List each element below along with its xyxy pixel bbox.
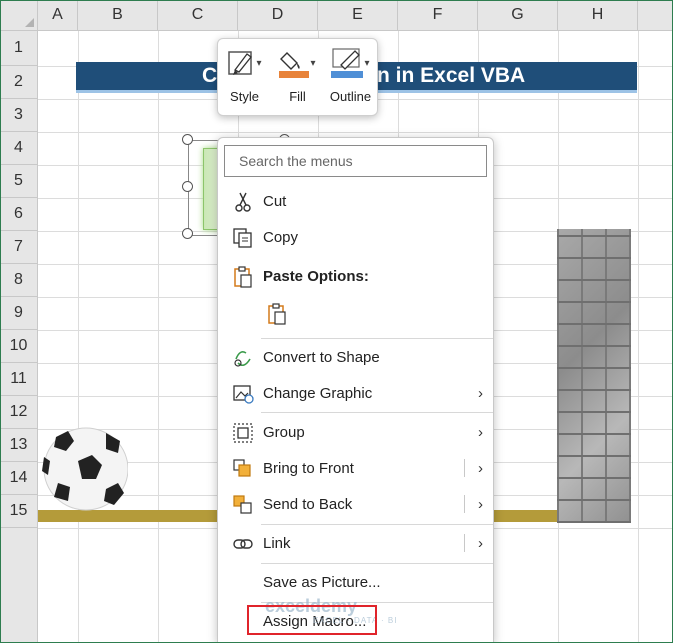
menu-item-send-to-back[interactable]: Send to Back › — [218, 487, 493, 521]
paste-clipboard-icon — [234, 266, 252, 288]
column-header-b[interactable]: B — [78, 0, 158, 31]
menu-item-bring-to-front-label: Bring to Front — [263, 459, 354, 477]
menu-item-convert-to-shape-label: Convert to Shape — [263, 348, 380, 366]
shape-style-icon — [228, 51, 253, 75]
paste-option-keep-source[interactable] — [218, 296, 493, 330]
paste-options-label: Paste Options: — [263, 267, 369, 285]
column-header-f[interactable]: F — [398, 0, 478, 31]
row-header-14[interactable]: 14 — [0, 462, 38, 495]
menu-item-save-as-picture-label: Save as Picture... — [263, 573, 381, 591]
row-header-3[interactable]: 3 — [0, 99, 38, 132]
style-dropdown-caret-icon: ▾ — [256, 57, 262, 69]
scissors-icon — [235, 192, 251, 212]
menu-item-change-graphic[interactable]: Change Graphic › — [218, 376, 493, 410]
column-header-d[interactable]: D — [238, 0, 318, 31]
row-header-4[interactable]: 4 — [0, 132, 38, 165]
column-header-h[interactable]: H — [558, 0, 638, 31]
context-menu: Search the menus Cut Copy Paste Options: — [217, 137, 494, 643]
menu-item-change-graphic-label: Change Graphic — [263, 384, 373, 402]
outline-label: Outline — [329, 89, 372, 104]
link-chain-icon — [233, 539, 253, 549]
submenu-chevron-icon: › — [478, 495, 483, 513]
menu-item-save-as-picture[interactable]: Save as Picture... — [218, 565, 493, 599]
row-header-12[interactable]: 12 — [0, 396, 38, 429]
row-header-1[interactable]: 1 — [0, 31, 38, 66]
row-header-15[interactable]: 15 — [0, 495, 38, 528]
mini-toolbar: ▾ Style ▾ Fill ▾ Outline — [217, 38, 378, 116]
fill-button[interactable]: ▾ Fill — [273, 45, 323, 104]
send-to-back-icon — [233, 495, 252, 514]
menu-item-group[interactable]: Group › — [218, 415, 493, 449]
fill-dropdown-caret-icon: ▾ — [310, 57, 316, 69]
paint-bucket-icon — [279, 52, 310, 78]
menu-item-group-label: Group — [263, 423, 305, 441]
submenu-chevron-icon: › — [478, 534, 483, 552]
convert-to-shape-icon — [234, 351, 251, 367]
resize-handle-bottom-left[interactable] — [182, 228, 193, 239]
outline-dropdown-caret-icon: ▾ — [364, 57, 370, 69]
menu-item-link-label: Link — [263, 534, 291, 552]
style-label: Style — [230, 89, 259, 104]
row-header-9[interactable]: 9 — [0, 297, 38, 330]
menu-item-bring-to-front[interactable]: Bring to Front › — [218, 451, 493, 485]
row-header-7[interactable]: 7 — [0, 231, 38, 264]
submenu-chevron-icon: › — [478, 459, 483, 477]
bring-to-front-icon — [233, 459, 251, 477]
style-button[interactable]: ▾ Style — [220, 45, 270, 104]
column-header-c[interactable]: C — [158, 0, 238, 31]
group-objects-icon — [233, 423, 253, 443]
search-menus-input[interactable]: Search the menus — [224, 145, 487, 177]
assign-macro-highlight-box — [247, 605, 377, 635]
resize-handle-left[interactable] — [182, 181, 193, 192]
menu-item-send-to-back-label: Send to Back — [263, 495, 353, 513]
column-header-next[interactable] — [638, 0, 673, 31]
outline-button[interactable]: ▾ Outline — [326, 45, 376, 104]
row-header-2[interactable]: 2 — [0, 66, 38, 99]
menu-item-cut[interactable]: Cut — [218, 184, 493, 218]
select-all-corner[interactable] — [0, 0, 38, 31]
row-header-10[interactable]: 10 — [0, 330, 38, 363]
paste-keep-source-icon — [268, 303, 286, 325]
fill-label: Fill — [289, 89, 306, 104]
menu-item-convert-to-shape[interactable]: Convert to Shape — [218, 340, 493, 374]
menu-item-copy-label: Copy — [263, 228, 299, 246]
column-header-a[interactable]: A — [38, 0, 78, 31]
submenu-chevron-icon: › — [478, 384, 483, 402]
copy-icon — [233, 228, 252, 248]
shape-outline-pen-icon — [331, 48, 364, 78]
menu-item-link[interactable]: Link › — [218, 526, 493, 560]
menu-item-cut-label: Cut — [263, 192, 287, 210]
paste-options-header: Paste Options: — [218, 259, 493, 293]
column-header-g[interactable]: G — [478, 0, 558, 31]
submenu-chevron-icon: › — [478, 423, 483, 441]
row-header-6[interactable]: 6 — [0, 198, 38, 231]
change-graphic-icon — [233, 385, 254, 404]
row-header-8[interactable]: 8 — [0, 264, 38, 297]
title-banner-right-text: n in Excel VBA — [377, 64, 526, 87]
title-banner-left-text: C — [202, 64, 218, 87]
soccer-ball-picture[interactable] — [40, 427, 128, 511]
menu-item-copy[interactable]: Copy — [218, 220, 493, 254]
row-header-11[interactable]: 11 — [0, 363, 38, 396]
resize-handle-top-left[interactable] — [182, 134, 193, 145]
row-header-5[interactable]: 5 — [0, 165, 38, 198]
row-header-13[interactable]: 13 — [0, 429, 38, 462]
search-menus-placeholder: Search the menus — [239, 153, 353, 169]
row-header-blank — [0, 528, 38, 643]
brick-wall-picture[interactable] — [557, 229, 631, 523]
column-header-e[interactable]: E — [318, 0, 398, 31]
